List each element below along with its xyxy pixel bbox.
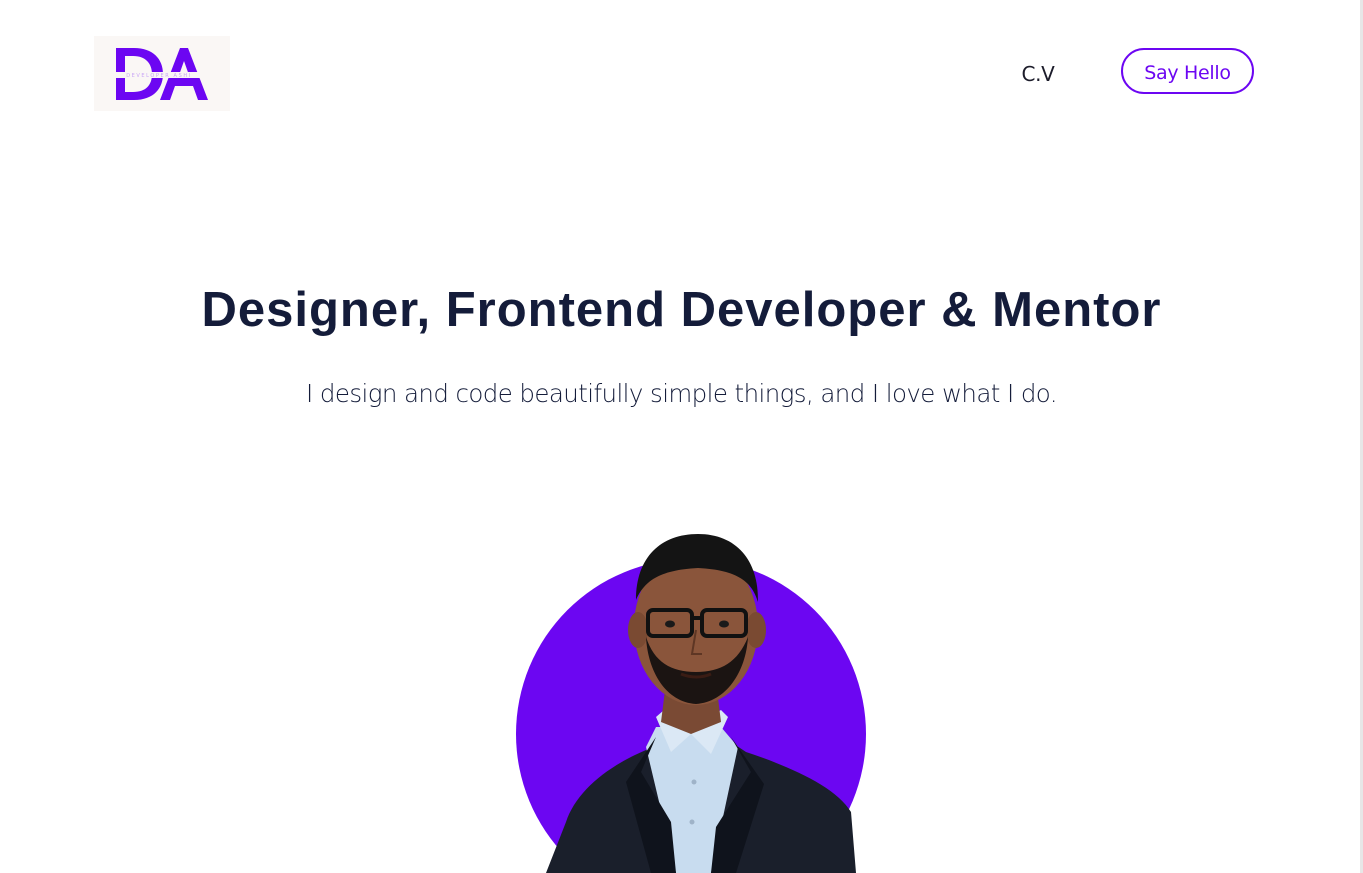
logo-mark: DEVELOPER ASHI <box>114 48 208 100</box>
page: DEVELOPER ASHI C.V Say Hello Designer, F… <box>0 0 1363 873</box>
nav-cv-link[interactable]: C.V <box>1010 60 1066 88</box>
logo-tagline: DEVELOPER ASHI <box>126 73 192 79</box>
logo[interactable]: DEVELOPER ASHI <box>94 36 230 111</box>
portrait-illustration <box>516 534 866 873</box>
hero-subtitle: I design and code beautifully simple thi… <box>306 379 1058 408</box>
profile-portrait <box>506 522 876 873</box>
say-hello-button[interactable]: Say Hello <box>1121 48 1254 94</box>
hero-title: Designer, Frontend Developer & Mentor <box>201 283 1162 337</box>
